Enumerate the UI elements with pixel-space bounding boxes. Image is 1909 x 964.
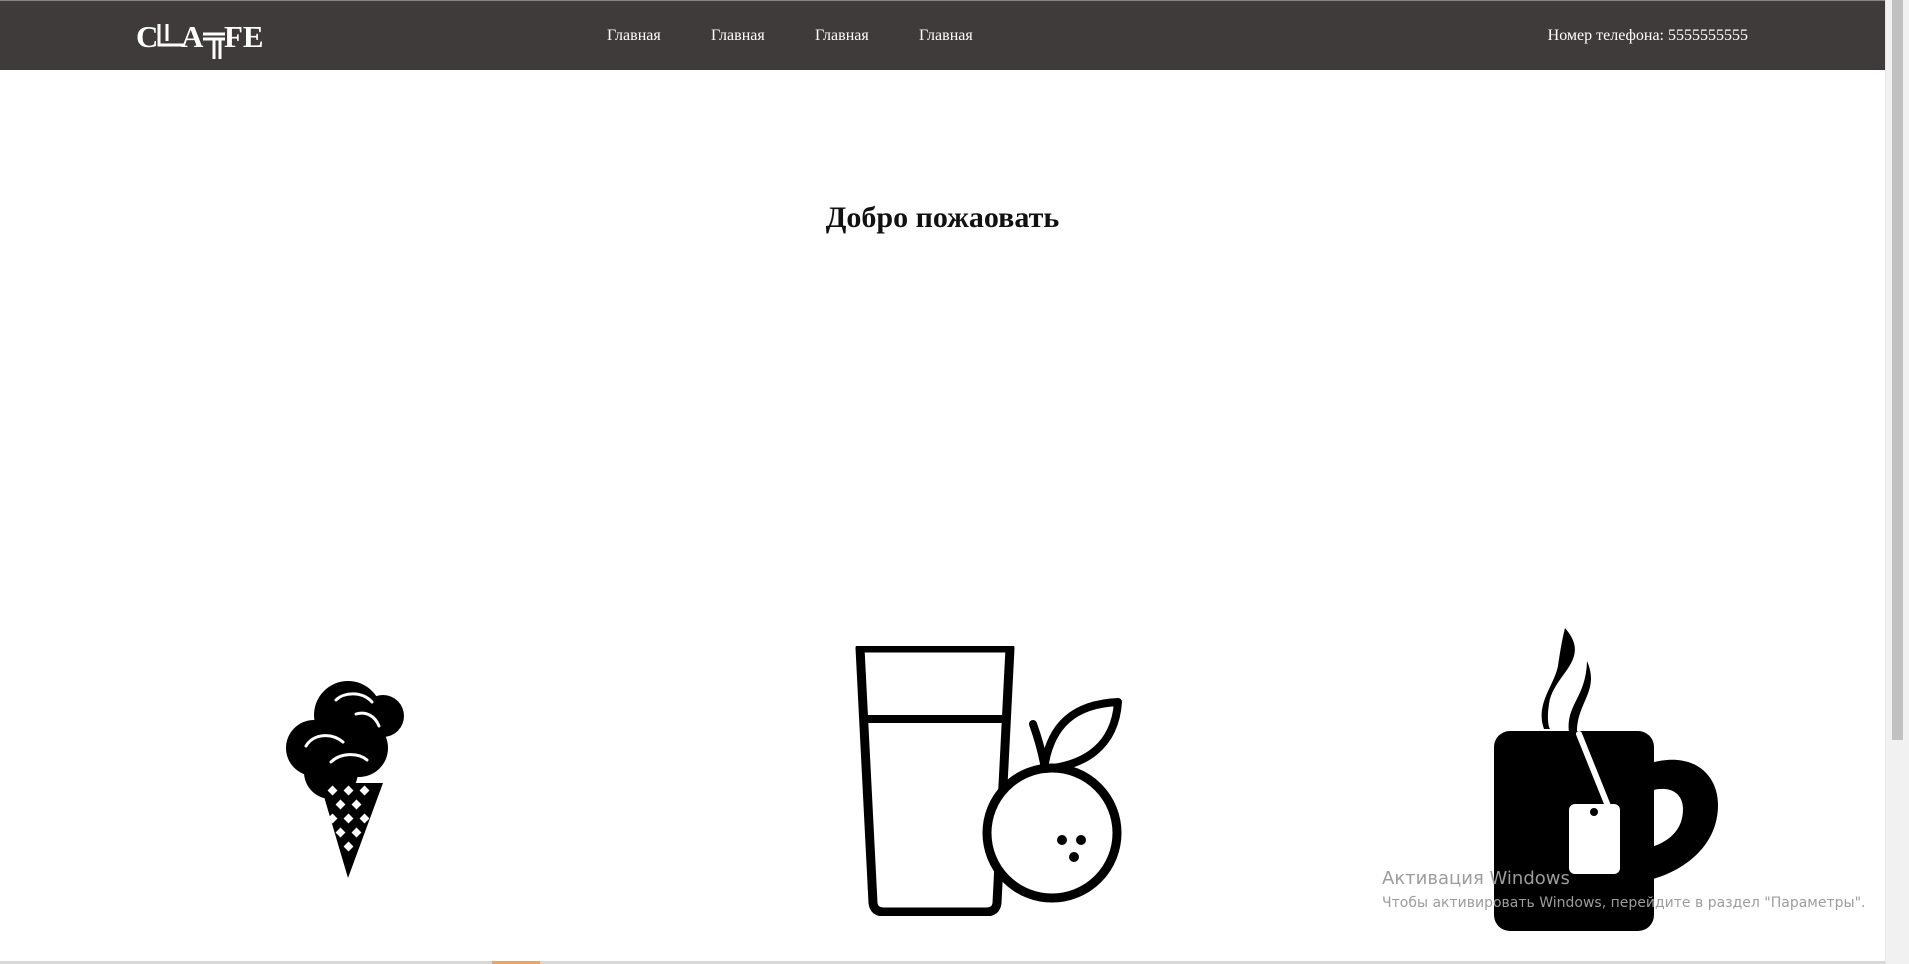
cafe-logo[interactable]: C A FE	[136, 17, 268, 59]
welcome-heading: Добро пожаовать	[825, 201, 1060, 234]
cafe-logo-mark: C A FE	[136, 19, 264, 59]
cafe-page: C A FE Главная Главная Главная Главная Н…	[0, 0, 1909, 964]
scrollbar-thumb[interactable]	[1892, 0, 1903, 740]
site-header: C A FE Главная Главная Главная Главная Н…	[0, 0, 1885, 70]
tea-mug-icon	[1487, 628, 1727, 931]
ice-cream-icon	[284, 680, 408, 880]
svg-text:A: A	[181, 19, 204, 54]
phone-number: Номер телефона: 5555555555	[1547, 27, 1748, 44]
nav-home-2[interactable]: Главная	[711, 25, 815, 47]
svg-text:FE: FE	[224, 19, 264, 54]
vertical-scrollbar[interactable]	[1885, 0, 1909, 964]
nav-home-1[interactable]: Главная	[607, 25, 711, 47]
juice-glass-orange-icon	[855, 643, 1125, 917]
svg-text:C: C	[136, 19, 158, 54]
nav-home-4[interactable]: Главная	[919, 25, 1023, 47]
nav-home-3[interactable]: Главная	[815, 25, 919, 47]
main-navigation: Главная Главная Главная Главная	[607, 25, 1023, 47]
